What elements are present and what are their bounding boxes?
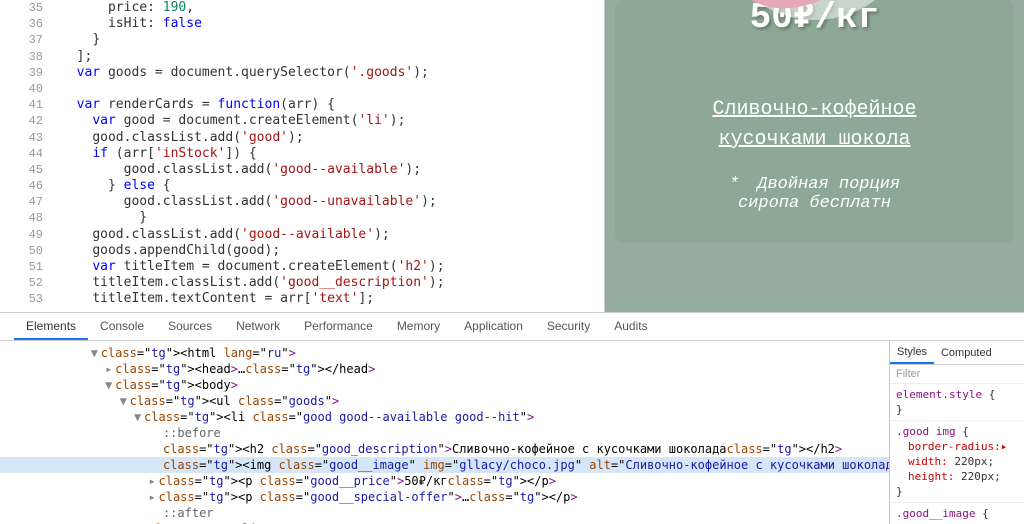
product-card: 50₽/кг Сливочно-кофейное кусочками шокол…: [615, 0, 1014, 243]
styles-pane: StylesComputed Filter element.style {} .…: [889, 341, 1024, 524]
styles-tab-computed[interactable]: Computed: [934, 343, 999, 363]
dom-node[interactable]: ▸class="tg"><head>…class="tg"></head>: [0, 361, 889, 377]
devtools-panel: ElementsConsoleSourcesNetworkPerformance…: [0, 312, 1024, 524]
dom-node[interactable]: ▸class="tg"><p class="good__price">50₽/к…: [0, 473, 889, 489]
preview-pane: 50₽/кг Сливочно-кофейное кусочками шокол…: [604, 0, 1024, 312]
special-offer: * Двойная порция сиропа бесплатн: [635, 175, 994, 213]
dom-node[interactable]: ▼class="tg"><ul class="goods">: [0, 393, 889, 409]
devtools-tab-audits[interactable]: Audits: [602, 313, 659, 340]
dom-node[interactable]: ▼class="tg"><html lang="ru">: [0, 345, 889, 361]
dom-node[interactable]: class="tg"><img class="good__image" img=…: [0, 457, 889, 473]
devtools-tab-performance[interactable]: Performance: [292, 313, 385, 340]
code-content[interactable]: price: 190, isHit: false } ]; var goods …: [55, 0, 604, 312]
dom-node[interactable]: ▼class="tg"><li class="good good--availa…: [0, 409, 889, 425]
devtools-tab-network[interactable]: Network: [224, 313, 292, 340]
styles-tabs: StylesComputed: [890, 341, 1024, 365]
line-gutter: 35363738394041424344454647484950515253: [0, 0, 55, 312]
devtools-tab-elements[interactable]: Elements: [14, 313, 88, 340]
style-rule[interactable]: .good__image { padding:▸ 10px;: [890, 503, 1024, 524]
elements-tree[interactable]: ▼class="tg"><html lang="ru"> ▸class="tg"…: [0, 341, 889, 524]
devtools-tab-console[interactable]: Console: [88, 313, 156, 340]
dom-node[interactable]: ::before: [0, 425, 889, 441]
product-description[interactable]: Сливочно-кофейное кусочками шокола: [635, 95, 994, 155]
devtools-tab-memory[interactable]: Memory: [385, 313, 452, 340]
dom-node[interactable]: ▸class="tg"><p class="good__special-offe…: [0, 489, 889, 505]
style-rule[interactable]: .good img { border-radius:▸ width: 220px…: [890, 421, 1024, 503]
dom-node[interactable]: class="tg"><h2 class="good_description">…: [0, 441, 889, 457]
styles-tab-styles[interactable]: Styles: [890, 342, 934, 364]
styles-filter[interactable]: Filter: [890, 365, 1024, 384]
devtools-tab-sources[interactable]: Sources: [156, 313, 224, 340]
dom-node[interactable]: ::after: [0, 505, 889, 521]
dom-node[interactable]: ▼class="tg"><body>: [0, 377, 889, 393]
devtools-tab-application[interactable]: Application: [452, 313, 535, 340]
devtools-tab-security[interactable]: Security: [535, 313, 602, 340]
devtools-tabs: ElementsConsoleSourcesNetworkPerformance…: [0, 313, 1024, 341]
code-editor[interactable]: 35363738394041424344454647484950515253 p…: [0, 0, 604, 312]
style-rule[interactable]: element.style {}: [890, 384, 1024, 421]
